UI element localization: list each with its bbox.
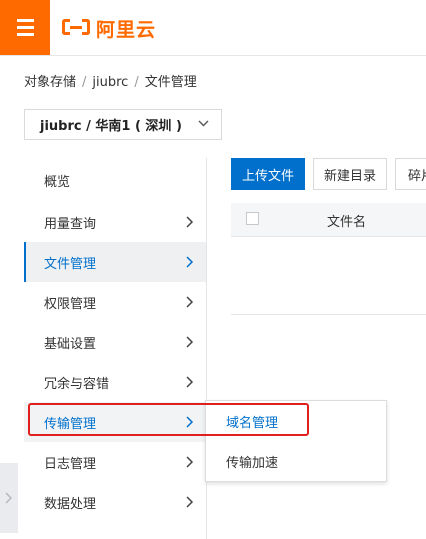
sidebar-item-usage[interactable]: 用量查询 (24, 202, 206, 242)
new-directory-button[interactable]: 新建目录 (313, 158, 387, 190)
chevron-right-icon (186, 296, 194, 308)
submenu-item-domain-management[interactable]: 域名管理 (206, 401, 386, 441)
chevron-right-icon (186, 256, 194, 268)
chevron-right-icon (186, 336, 194, 348)
transfer-submenu: 域名管理 传输加速 (205, 400, 387, 482)
chevron-right-icon (5, 492, 13, 504)
aliyun-logo-icon (62, 19, 90, 37)
sidebar-item-data-processing[interactable]: 数据处理 (24, 482, 206, 522)
breadcrumb-item-current: 文件管理 (144, 75, 197, 90)
sidebar-item-overview[interactable]: 概览 (24, 160, 206, 200)
hamburger-icon-line (16, 26, 34, 29)
breadcrumb-separator: / (134, 75, 139, 90)
breadcrumb-item-oss[interactable]: 对象存储 (24, 75, 76, 90)
sidebar-collapse-handle[interactable] (0, 463, 18, 533)
file-table-header: 文件名 (231, 203, 426, 237)
select-all-checkbox[interactable] (246, 212, 259, 225)
chevron-right-icon (186, 376, 194, 388)
chevron-right-icon (186, 496, 194, 508)
chevron-right-icon (186, 416, 194, 428)
sidebar-item-transfer-management[interactable]: 传输管理 (24, 402, 206, 442)
breadcrumb-separator: / (82, 75, 87, 90)
hamburger-icon-line (16, 33, 34, 36)
submenu-item-label: 域名管理 (226, 415, 279, 431)
bucket-select-value: jiubrc / 华南1 ( 深圳 ) (40, 119, 182, 134)
sidebar-item-label: 用量查询 (44, 216, 97, 232)
hamburger-menu-button[interactable] (0, 0, 50, 55)
active-indicator (24, 242, 26, 282)
sidebar-item-log-management[interactable]: 日志管理 (24, 442, 206, 482)
bucket-select[interactable]: jiubrc / 华南1 ( 深圳 ) (24, 109, 222, 140)
breadcrumb: 对象存储 / jiubrc / 文件管理 (24, 71, 197, 90)
table-divider (231, 314, 426, 315)
top-bar: 阿里云 (0, 0, 426, 56)
breadcrumb-item-bucket[interactable]: jiubrc (92, 75, 128, 90)
sidebar-item-label: 日志管理 (44, 456, 97, 472)
hamburger-icon-line (16, 19, 34, 22)
sidebar-item-file-management[interactable]: 文件管理 (24, 242, 206, 282)
chevron-right-icon (186, 216, 194, 228)
aliyun-logo[interactable]: 阿里云 (62, 14, 156, 42)
submenu-item-label: 传输加速 (226, 455, 279, 471)
sidebar-item-label: 权限管理 (44, 296, 97, 312)
sidebar-item-basic-settings[interactable]: 基础设置 (24, 322, 206, 362)
column-header-filename[interactable]: 文件名 (327, 211, 366, 230)
fragment-button[interactable]: 碎片 (395, 158, 426, 190)
upload-file-button[interactable]: 上传文件 (231, 158, 305, 190)
sidebar-item-label: 文件管理 (44, 256, 97, 272)
chevron-down-icon (198, 120, 209, 127)
logo-text: 阿里云 (96, 18, 157, 41)
sidebar-item-permissions[interactable]: 权限管理 (24, 282, 206, 322)
submenu-item-transfer-acceleration[interactable]: 传输加速 (206, 441, 386, 481)
sidebar-item-label: 冗余与容错 (44, 376, 110, 392)
sidebar-item-redundancy[interactable]: 冗余与容错 (24, 362, 206, 402)
chevron-right-icon (186, 456, 194, 468)
sidebar-item-label: 基础设置 (44, 336, 97, 352)
sidebar-item-label: 概览 (44, 174, 71, 190)
sidebar-item-label: 传输管理 (44, 416, 97, 432)
sidebar-item-label: 数据处理 (44, 496, 97, 512)
